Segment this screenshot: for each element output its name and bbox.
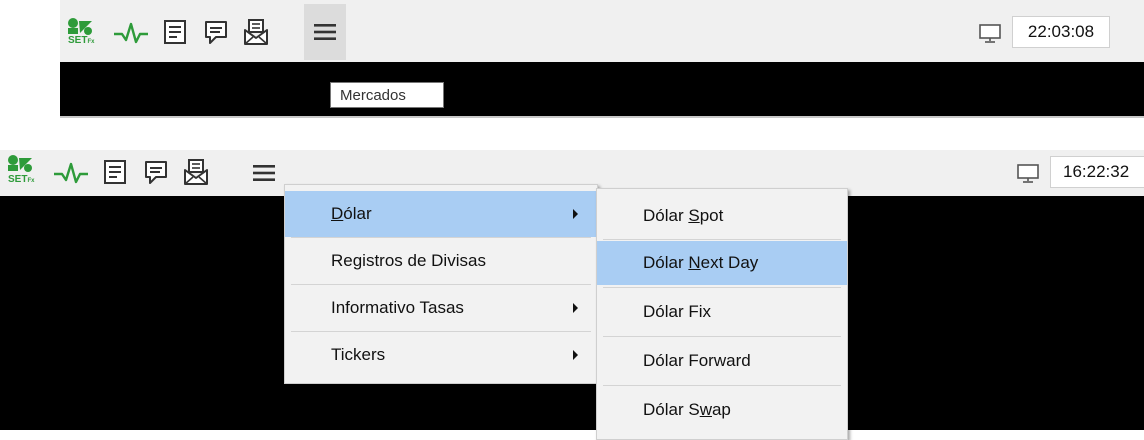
tooltip-text: Mercados [340,86,406,104]
menu-item-registros-de-divisas[interactable]: Registros de Divisas [285,238,597,284]
submenu-item-forward-label: Dólar Forward [643,351,751,370]
top-logo-label: SETFx [68,35,94,48]
top-bottom-border [60,116,1144,118]
bottom-logo-sub: Fx [27,178,35,184]
top-clock: 22:03:08 [1027,22,1095,41]
mail-icon-2[interactable] [180,156,212,188]
hamburger-icon [314,24,336,40]
document-icon-2[interactable] [100,156,130,188]
submenu-item-dolar-forward[interactable]: Dólar Forward [597,338,847,384]
submenu-separator [603,239,841,240]
next-day-accel: N [688,253,701,272]
hamburger-icon-2 [253,165,275,181]
document-icon[interactable] [160,16,190,48]
markets-dropdown-menu: Dólar Registros de Divisas Informativo T… [284,184,598,384]
submenu-separator [603,385,841,386]
top-logo-sub: Fx [87,39,95,45]
mail-icon[interactable] [240,16,272,48]
menu-item-dolar-label: Dólar [331,204,372,224]
submenu-item-dolar-swap[interactable]: Dólar Swap [597,387,847,433]
menu-item-registros-label: Registros de Divisas [331,251,486,270]
monitor-icon [976,20,1004,46]
menu-item-tickers-label: Tickers [331,345,386,364]
submenu-arrow-icon [573,303,578,313]
spot-pre: Dólar [643,206,689,225]
bottom-logo-label: SETFx [8,174,34,187]
submenu-arrow-icon [573,209,578,219]
next-day-post: ext Day [700,253,759,272]
swap-pre: Dólar S [643,400,700,419]
chat-icon[interactable] [200,16,232,48]
bottom-clock: 16:22:32 [1063,162,1130,181]
markets-menu-button-2[interactable] [244,156,284,190]
submenu-item-dolar-next-day[interactable]: Dólar Next Day [597,241,847,285]
menu-item-informativo-label: Informativo Tasas [331,298,464,317]
menu-item-dolar[interactable]: Dólar [285,191,597,237]
markets-menu-button[interactable] [304,4,346,60]
dolar-submenu: Dólar Spot Dólar Next Day Dólar Fix Dóla… [596,188,848,440]
menu-item-tickers[interactable]: Tickers [285,332,597,378]
spot-accel: S [688,206,700,225]
swap-accel: w [699,400,712,419]
tooltip: Mercados [330,82,444,108]
submenu-item-next-day-label: Dólar Next Day [643,253,758,273]
activity-pulse-icon-2[interactable] [52,160,90,186]
chat-icon-2[interactable] [140,156,172,188]
spot-post: pot [699,206,724,225]
bottom-logo-text: SET [8,174,28,185]
submenu-item-fix-label: Dólar Fix [643,302,712,321]
activity-pulse-icon[interactable] [112,20,150,46]
monitor-icon-2 [1014,160,1042,186]
submenu-item-swap-label: Dólar Swap [643,400,731,420]
menu-item-dolar-accel: D [331,204,344,223]
submenu-item-spot-label: Dólar Spot [643,206,723,226]
submenu-item-dolar-fix[interactable]: Dólar Fix [597,289,847,335]
bottom-clock-box: 16:22:32 [1050,156,1144,188]
submenu-separator [603,336,841,337]
submenu-arrow-icon [573,350,578,360]
top-clock-box: 22:03:08 [1012,16,1110,48]
next-day-pre: Dólar [643,253,689,272]
top-logo-text: SET [68,35,88,46]
submenu-separator [603,287,841,288]
menu-item-informativo-tasas[interactable]: Informativo Tasas [285,285,597,331]
menu-item-dolar-rest: ólar [343,204,372,223]
swap-post: ap [711,400,731,419]
submenu-item-dolar-spot[interactable]: Dólar Spot [597,193,847,239]
top-content-area [60,62,1144,116]
